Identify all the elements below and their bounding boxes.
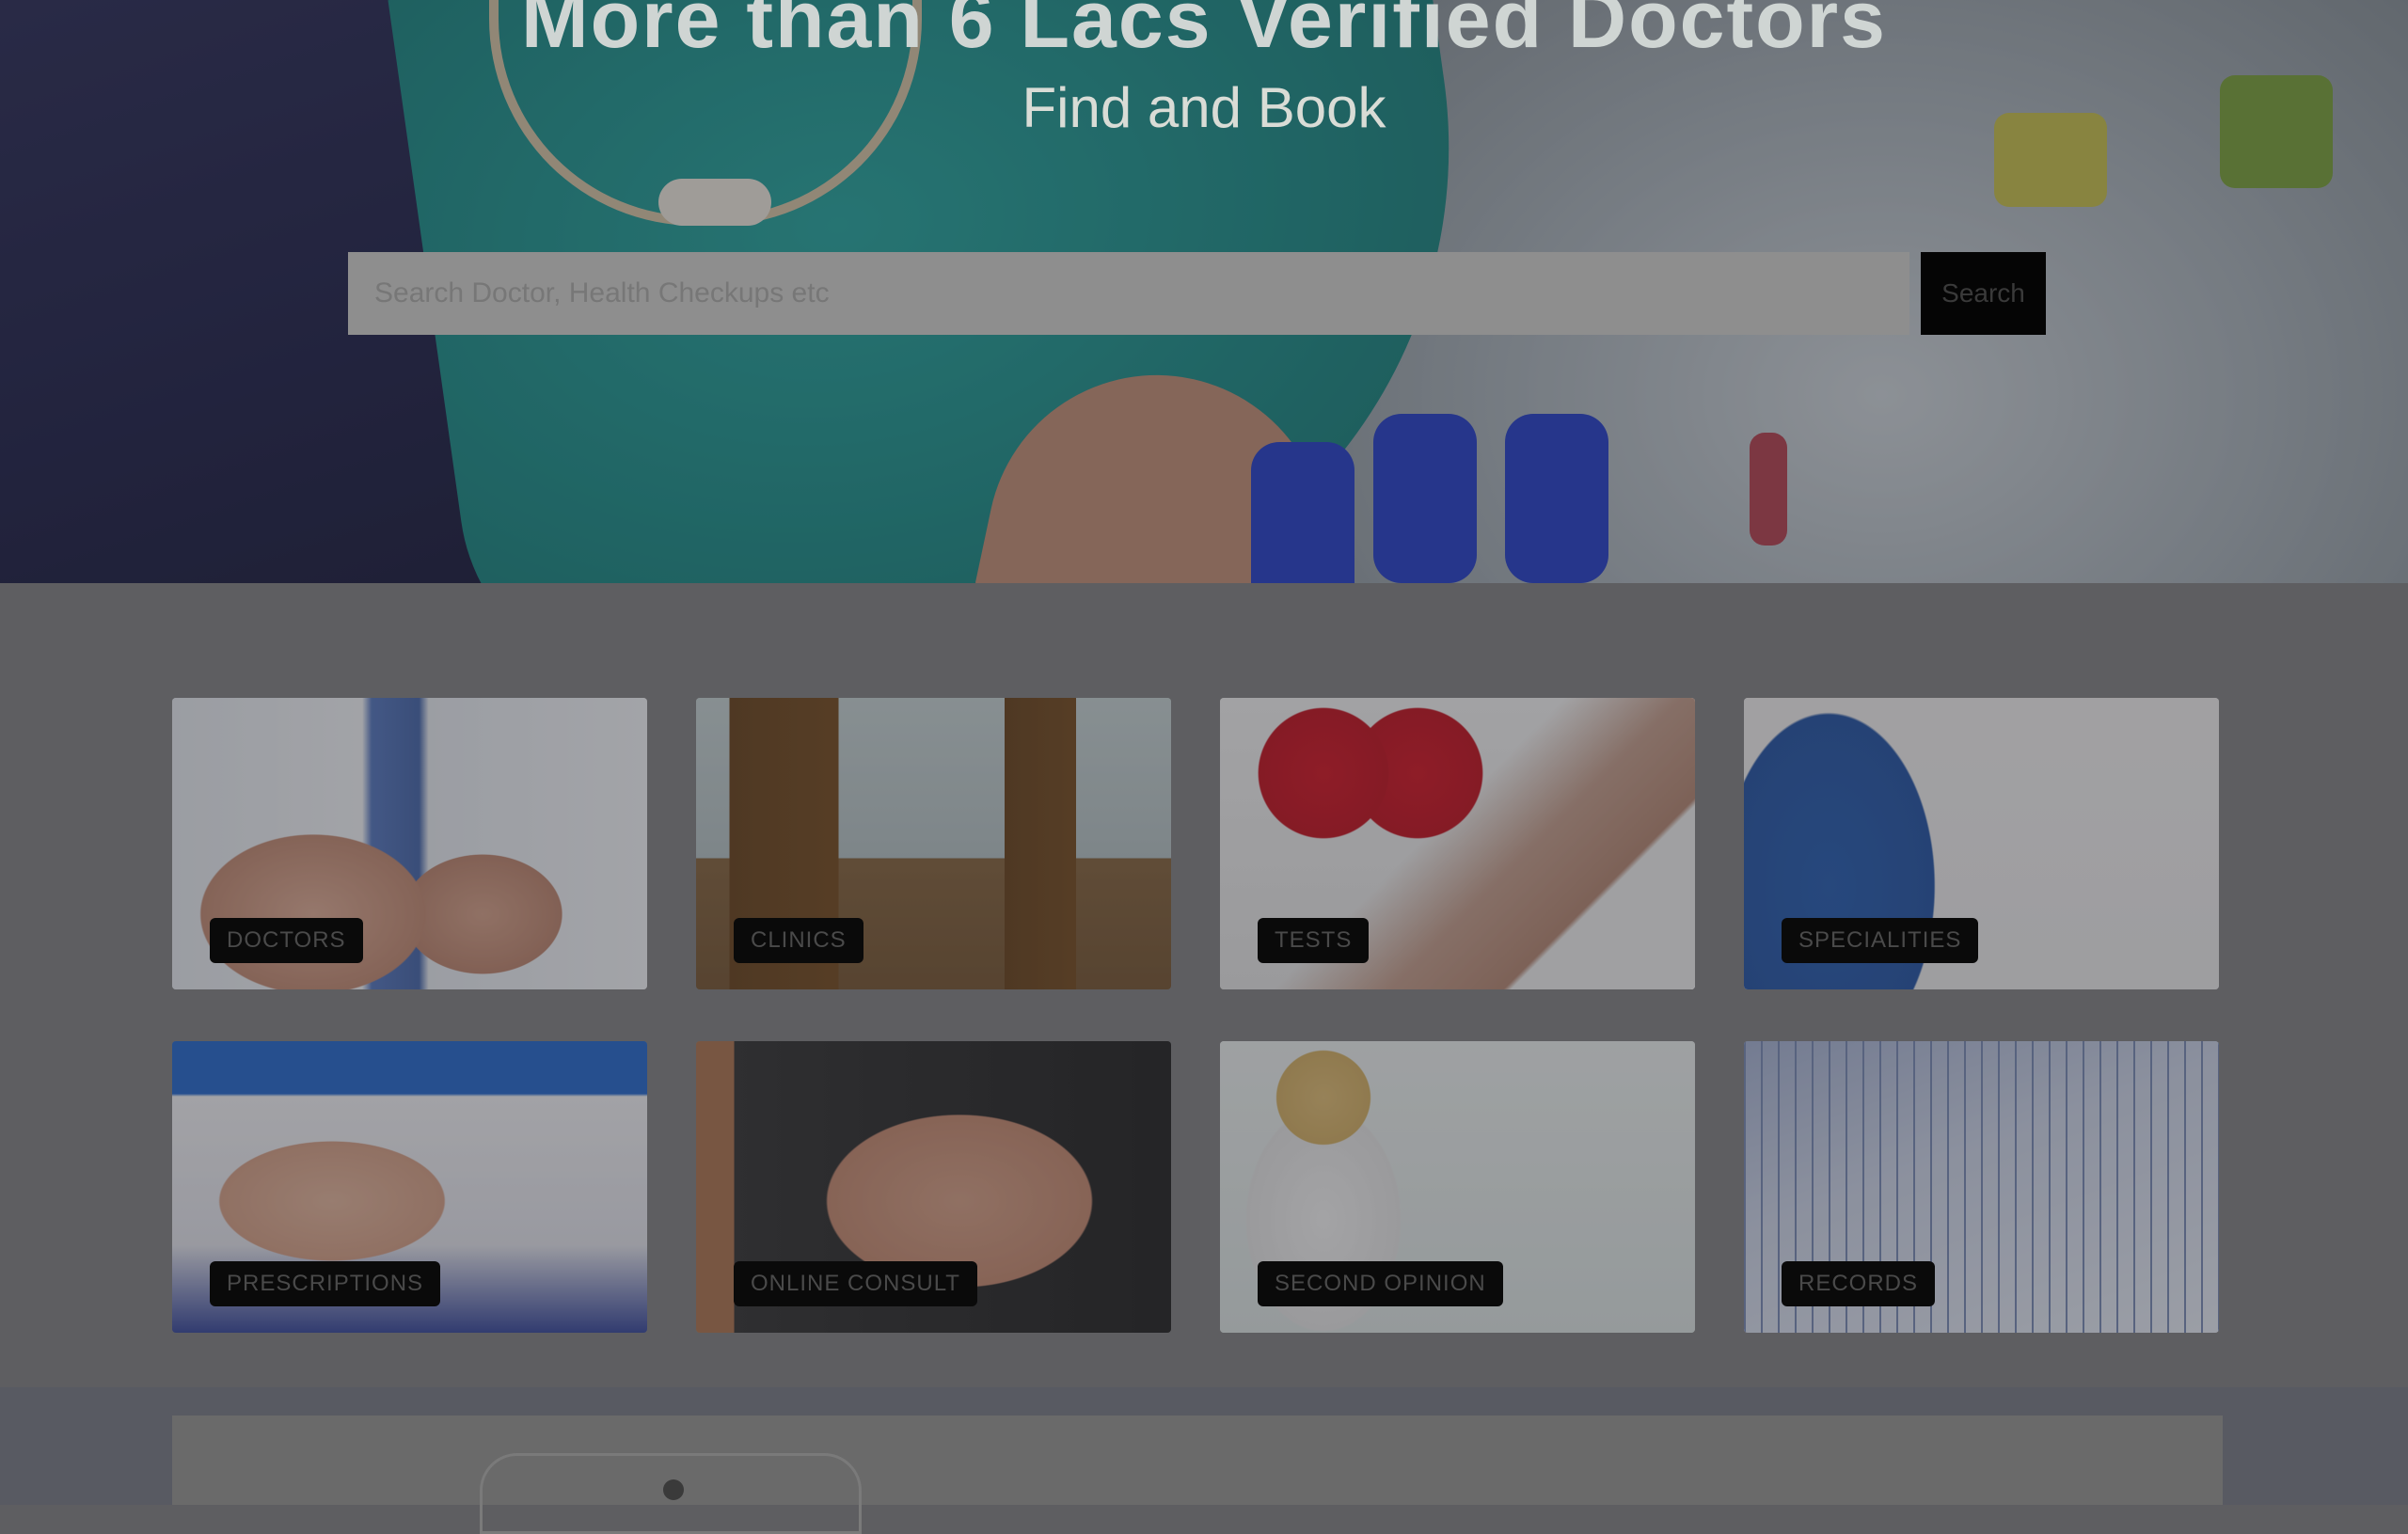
service-label: ONLINE CONSULT [734, 1261, 977, 1306]
service-card-specialities[interactable]: SPECIALITIES [1744, 698, 2219, 989]
service-label: DOCTORS [210, 918, 363, 963]
service-card-second-opinion[interactable]: SECOND OPINION [1220, 1041, 1695, 1333]
service-label: PRESCRIPTIONS [210, 1261, 441, 1306]
search-button[interactable]: Search [1921, 252, 2046, 335]
service-card-tests[interactable]: TESTS [1220, 698, 1695, 989]
service-card-records[interactable]: RECORDS [1744, 1041, 2219, 1333]
search-bar: Search [348, 252, 2046, 335]
service-label: TESTS [1258, 918, 1370, 963]
hero-subtitle: Find and Book [1022, 76, 1386, 139]
service-card-online-consult[interactable]: ONLINE CONSULT [696, 1041, 1171, 1333]
service-label: SPECIALITIES [1782, 918, 1979, 963]
service-card-doctors[interactable]: DOCTORS [172, 698, 647, 989]
service-card-clinics[interactable]: CLINICS [696, 698, 1171, 989]
phone-camera-icon [663, 1479, 684, 1500]
search-input[interactable] [348, 252, 1909, 335]
service-label: SECOND OPINION [1258, 1261, 1503, 1306]
service-label: CLINICS [734, 918, 863, 963]
hero-title: More than 6 Lacs Verified Doctors [521, 0, 1887, 65]
service-card-prescriptions[interactable]: PRESCRIPTIONS [172, 1041, 647, 1333]
service-label: RECORDS [1782, 1261, 1936, 1306]
hero-banner: More than 6 Lacs Verified Doctors Find a… [0, 0, 2408, 583]
